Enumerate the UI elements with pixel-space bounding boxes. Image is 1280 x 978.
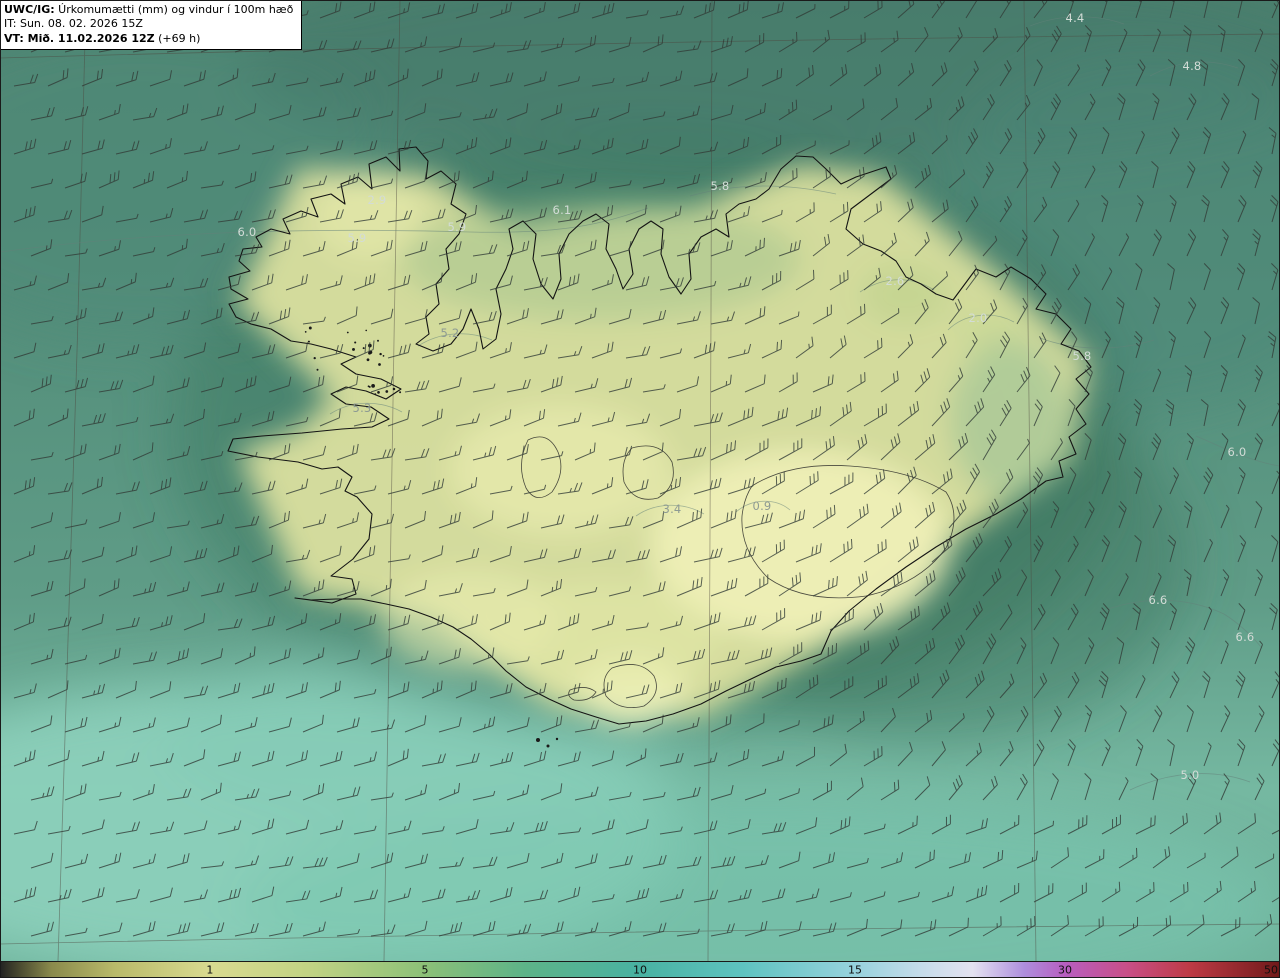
colorbar-tick: 10 [633, 963, 647, 977]
colorbar-tick: 30 [1057, 963, 1072, 977]
colorbar-tick: 5 [421, 963, 429, 977]
init-time: IT: Sun. 08. 02. 2026 15Z [4, 17, 143, 31]
valid-time-line: VT: Mið. 11.02.2026 12Z (+69 h) [4, 32, 293, 46]
colorbar-ticks: 1 5 10 15 30 50 [0, 962, 1280, 978]
colorbar-tick: 15 [848, 963, 863, 977]
colorbar-tick: 50 [1264, 963, 1279, 977]
model-name: UWC/IG: [4, 3, 55, 16]
colorbar: 1 5 10 15 30 50 [0, 961, 1280, 978]
parameter-name: Úrkomumætti (mm) og vindur í 100m hæð [54, 3, 294, 16]
title-line-model: UWC/IG: Úrkomumætti (mm) og vindur í 100… [4, 3, 293, 17]
valid-time: VT: Mið. 11.02.2026 12Z [4, 31, 155, 45]
title-box: UWC/IG: Úrkomumætti (mm) og vindur í 100… [0, 0, 303, 50]
colorbar-tick: 1 [206, 963, 214, 977]
weather-map: 4.4 4.8 5.8 6.1 2.9 6.0 5.9 5.9 2.6 2.0 5.2 5.8 5.3 6… [0, 0, 1280, 978]
map-canvas [0, 0, 1280, 961]
lead-time: (+69 h) [154, 31, 201, 45]
